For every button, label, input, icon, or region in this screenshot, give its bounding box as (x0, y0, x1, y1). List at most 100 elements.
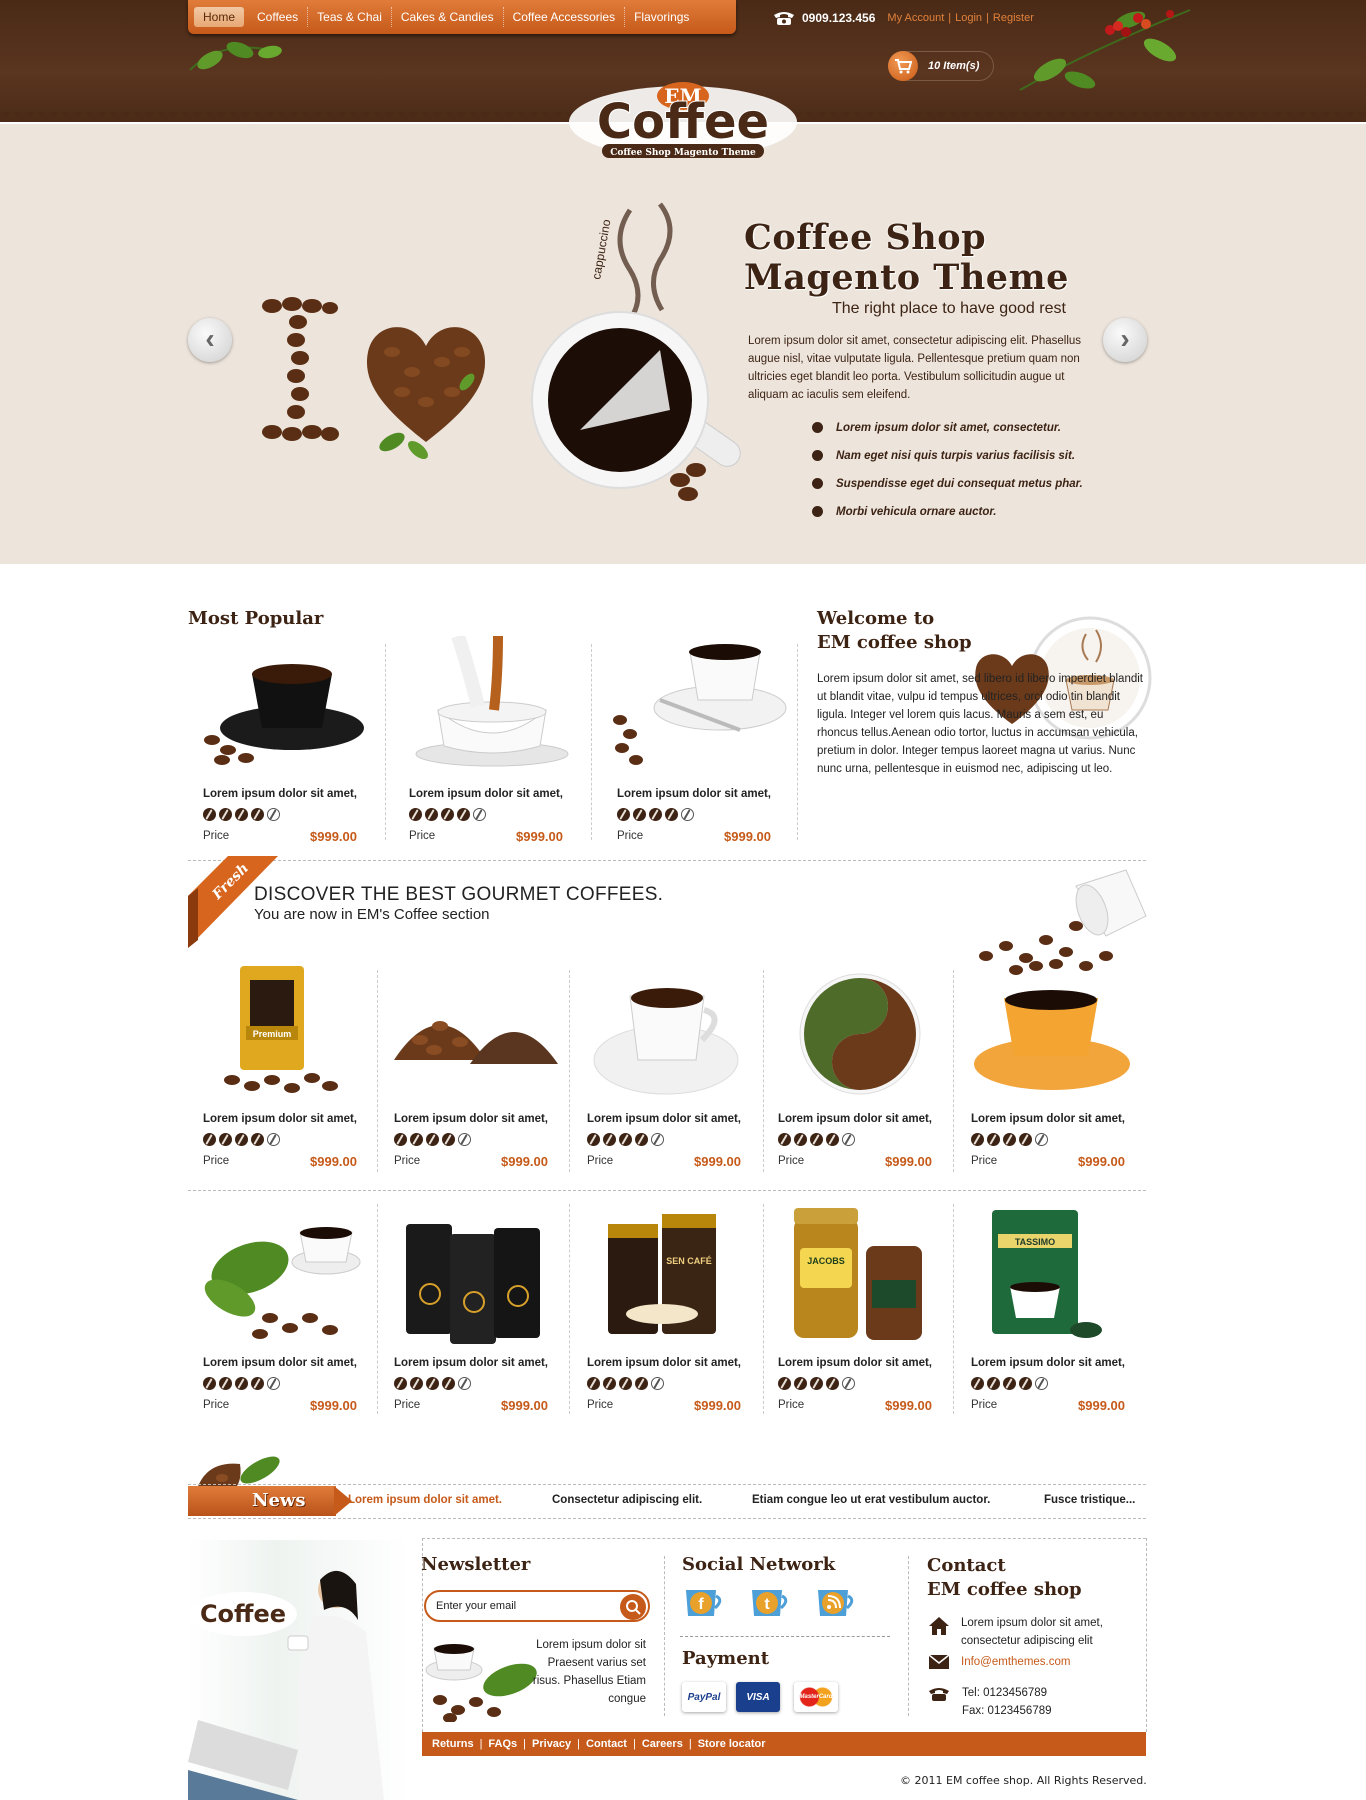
bean-filled-icon (219, 1377, 232, 1390)
facebook-icon[interactable]: f (682, 1584, 724, 1620)
product-card: Lorem ipsum dolor sit amet, Price $999.0… (394, 1113, 548, 1169)
twitter-icon[interactable]: t (748, 1584, 790, 1620)
price-label: Price (778, 1399, 805, 1411)
nav-item-coffee-accessories[interactable]: Coffee Accessories (504, 7, 626, 27)
product-image[interactable]: JACOBS (790, 1204, 930, 1344)
product-name[interactable]: Lorem ipsum dolor sit amet, (587, 1113, 741, 1125)
product-name[interactable]: Lorem ipsum dolor sit amet, (617, 788, 771, 800)
bean-filled-icon (219, 1133, 232, 1146)
product-name[interactable]: Lorem ipsum dolor sit amet, (778, 1113, 932, 1125)
footer-link-privacy[interactable]: Privacy (532, 1738, 571, 1750)
product-name[interactable]: Lorem ipsum dolor sit amet, (409, 788, 563, 800)
price-label: Price (587, 1399, 614, 1411)
product-card: Lorem ipsum dolor sit amet, Price $999.0… (203, 1113, 357, 1169)
price-value: $999.00 (501, 1154, 548, 1169)
nav-item-home[interactable]: Home (194, 7, 245, 27)
link-separator: | (688, 1738, 692, 1750)
news-ticker-item[interactable]: Fusce tristique... (1044, 1494, 1135, 1506)
my-account-link[interactable]: My Account (887, 12, 944, 24)
hero-title: Coffee Shop Magento Theme (744, 218, 1069, 298)
product-image[interactable] (968, 984, 1134, 1094)
product-image[interactable]: SEN CAFÉ (600, 1204, 730, 1344)
product-image[interactable] (192, 640, 378, 770)
hero-bullet: Lorem ipsum dolor sit amet, consectetur. (812, 420, 1083, 448)
welcome-text: Lorem ipsum dolor sit amet, sed libero i… (817, 673, 1143, 775)
price-value: $999.00 (1078, 1154, 1125, 1169)
nav-item-coffees[interactable]: Coffees (248, 7, 309, 27)
product-name[interactable]: Lorem ipsum dolor sit amet, (778, 1357, 932, 1369)
hero-subtitle: The right place to have good rest (832, 300, 1066, 317)
footer-link-faqs[interactable]: FAQs (488, 1738, 517, 1750)
product-name[interactable]: Lorem ipsum dolor sit amet, (971, 1113, 1125, 1125)
product-image[interactable]: Premium (212, 962, 352, 1104)
cart-button[interactable]: 10 Item(s) (888, 51, 994, 81)
divider (188, 1484, 1146, 1485)
package-label: SEN CAFÉ (666, 1256, 712, 1266)
rating-beans (587, 1133, 664, 1146)
price-value: $999.00 (501, 1398, 548, 1413)
slider-prev-button[interactable]: ‹ (188, 318, 232, 362)
product-name[interactable]: Lorem ipsum dolor sit amet, (587, 1357, 741, 1369)
divider (377, 970, 378, 1172)
bean-filled-icon (619, 1133, 632, 1146)
product-image[interactable] (398, 636, 584, 770)
footer-link-store-locator[interactable]: Store locator (698, 1738, 766, 1750)
bean-filled-icon (603, 1377, 616, 1390)
logo[interactable]: EM Coffee Coffee Shop Magento Theme (566, 66, 800, 164)
phone-icon (774, 12, 794, 25)
newsletter-email-field[interactable]: Enter your email (424, 1590, 650, 1622)
nav-item-cakes-candies[interactable]: Cakes & Candies (392, 7, 504, 27)
bean-filled-icon (203, 808, 216, 821)
footer-logo[interactable]: Coffee (188, 1590, 298, 1638)
contact-email-link[interactable]: Info@emthemes.com (961, 1653, 1070, 1671)
home-icon (929, 1617, 949, 1635)
product-card: Lorem ipsum dolor sit amet, Price $999.0… (617, 788, 771, 844)
rss-icon[interactable] (814, 1584, 856, 1620)
product-image[interactable] (600, 630, 794, 770)
footer-link-careers[interactable]: Careers (642, 1738, 683, 1750)
bean-filled-icon (410, 1377, 423, 1390)
bean-filled-icon (442, 1377, 455, 1390)
price-label: Price (203, 1155, 230, 1167)
product-card: Lorem ipsum dolor sit amet, Price $999.0… (587, 1113, 741, 1169)
product-image[interactable] (400, 1214, 550, 1344)
phone-number: 0909.123.456 (802, 11, 876, 25)
newsletter-title: Newsletter (421, 1554, 531, 1575)
register-link[interactable]: Register (993, 12, 1034, 24)
footer-link-contact[interactable]: Contact (586, 1738, 627, 1750)
product-image[interactable] (390, 980, 560, 1090)
product-name[interactable]: Lorem ipsum dolor sit amet, (394, 1357, 548, 1369)
divider (422, 1538, 1146, 1539)
bean-filled-icon (442, 1133, 455, 1146)
paypal-card: PayPal (682, 1682, 726, 1712)
product-image[interactable] (592, 970, 742, 1098)
bean-filled-icon (810, 1377, 823, 1390)
coffee-bean-letter-i (262, 297, 339, 441)
nav-item-flavorings[interactable]: Flavorings (625, 7, 698, 27)
news-ticker-item[interactable]: Etiam congue leo ut erat vestibulum auct… (752, 1494, 990, 1506)
news-ticker-item[interactable]: Consectetur adipiscing elit. (552, 1494, 702, 1506)
slider-next-button[interactable]: › (1103, 318, 1147, 362)
product-name[interactable]: Lorem ipsum dolor sit amet, (971, 1357, 1125, 1369)
product-image[interactable]: TASSIMO (974, 1206, 1114, 1346)
nav-item-teas-chai[interactable]: Teas & Chai (308, 7, 392, 27)
price-value: $999.00 (724, 829, 771, 844)
welcome-title: Welcome to EM coffee shop (817, 607, 972, 655)
product-name[interactable]: Lorem ipsum dolor sit amet, (203, 1113, 357, 1125)
product-name[interactable]: Lorem ipsum dolor sit amet, (394, 1113, 548, 1125)
product-image[interactable] (790, 970, 930, 1098)
bean-filled-icon (971, 1133, 984, 1146)
login-link[interactable]: Login (955, 12, 982, 24)
price-value: $999.00 (694, 1154, 741, 1169)
footer-link-returns[interactable]: Returns (432, 1738, 474, 1750)
news-label: News (252, 1490, 306, 1511)
visa-card: VISA (736, 1682, 780, 1712)
coffee-bean-heart (366, 327, 486, 459)
product-image[interactable] (200, 1218, 366, 1344)
divider (591, 644, 592, 840)
product-name[interactable]: Lorem ipsum dolor sit amet, (203, 788, 357, 800)
rating-beans (971, 1133, 1048, 1146)
newsletter-submit-button[interactable] (620, 1594, 646, 1620)
news-ticker-item[interactable]: Lorem ipsum dolor sit amet. (348, 1494, 502, 1506)
product-name[interactable]: Lorem ipsum dolor sit amet, (203, 1357, 357, 1369)
